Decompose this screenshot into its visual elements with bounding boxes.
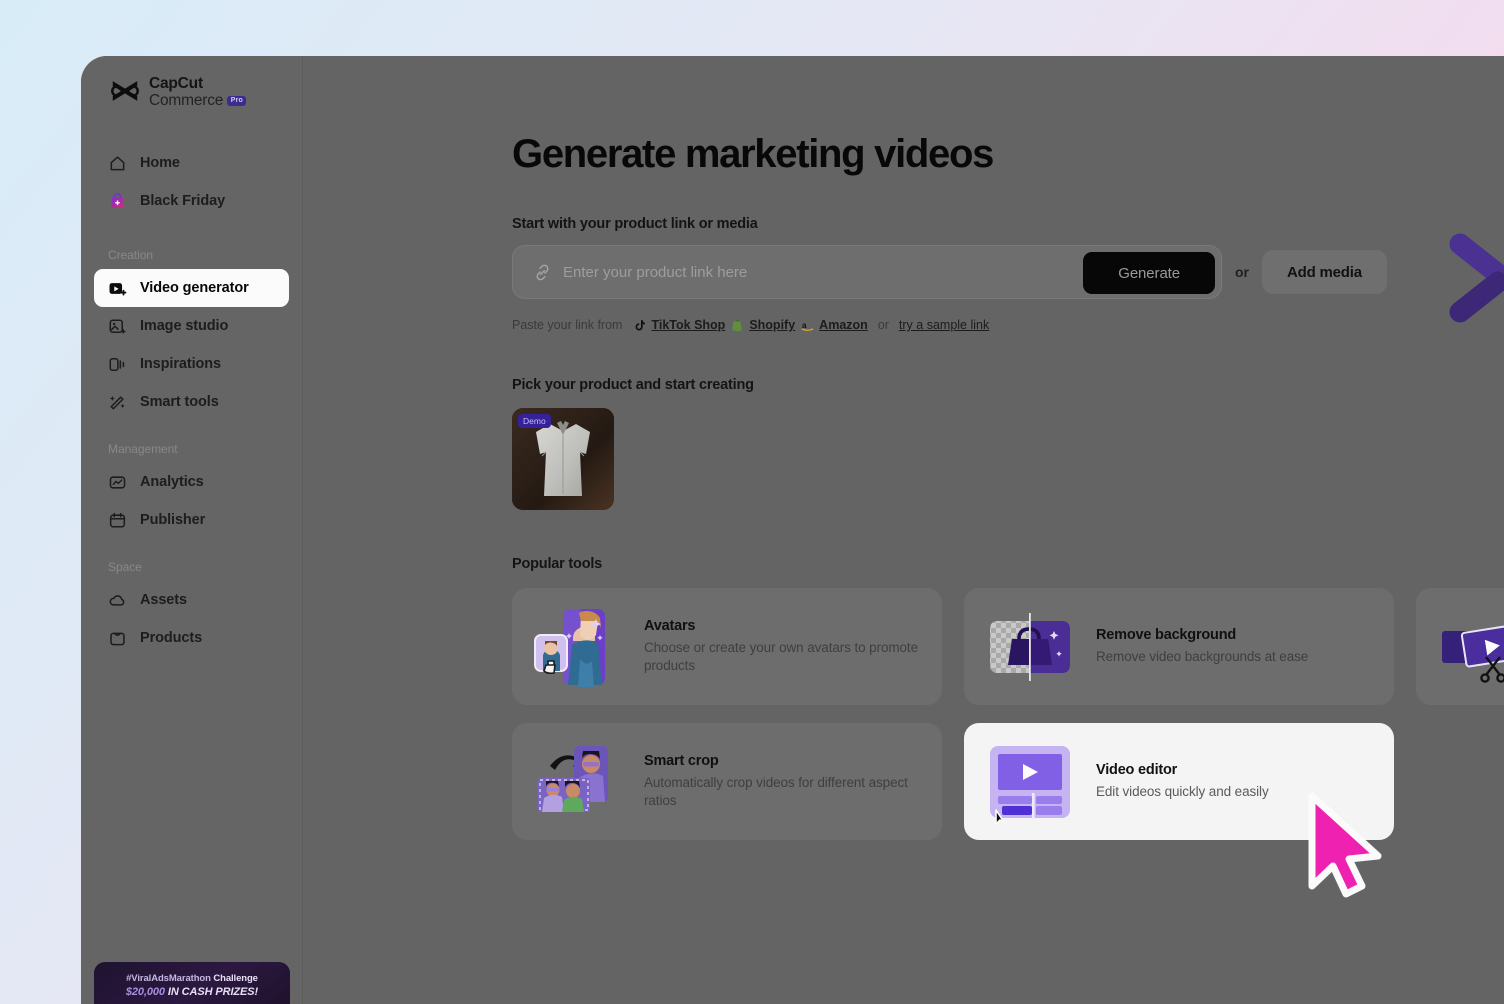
- tools-row-2: Smart crop Automatically crop videos for…: [512, 723, 1504, 840]
- tool-desc: Edit videos quickly and easily: [1096, 783, 1269, 801]
- sidebar-item-products[interactable]: Products: [94, 619, 289, 657]
- amazon-icon: a: [801, 319, 814, 332]
- remove-background-thumb: [986, 603, 1074, 691]
- sidebar-item-black-friday[interactable]: Black Friday: [94, 182, 289, 220]
- demo-badge: Demo: [518, 414, 551, 428]
- sidebar-item-label: Smart tools: [140, 394, 219, 410]
- products-bag-icon: [108, 629, 127, 648]
- sidebar-item-label: Assets: [140, 592, 187, 608]
- tool-card-remove-background[interactable]: Remove background Remove video backgroun…: [964, 588, 1394, 705]
- paste-or-label: or: [878, 318, 889, 332]
- product-section-label: Pick your product and start creating: [512, 377, 1504, 393]
- promo-amount: $20,000: [126, 986, 165, 998]
- capcut-logo-icon: [109, 78, 141, 104]
- assets-cloud-icon: [108, 591, 127, 610]
- paste-prefix-label: Paste your link from: [512, 318, 622, 332]
- svg-text:a: a: [802, 319, 807, 329]
- video-generator-icon: [108, 279, 127, 298]
- tool-desc: Automatically crop videos for different …: [644, 774, 920, 810]
- promo-hashtag: #ViralAdsMarathon: [126, 973, 211, 984]
- sidebar-item-inspirations[interactable]: Inspirations: [94, 345, 289, 383]
- promo-challenge: Challenge: [211, 973, 258, 984]
- start-section-label: Start with your product link or media: [512, 216, 1504, 232]
- add-media-button[interactable]: Add media: [1262, 250, 1387, 294]
- brand-name-line2: Commerce: [149, 92, 223, 109]
- smart-tools-icon: [108, 393, 127, 412]
- tool-desc: Choose or create your own avatars to pro…: [644, 639, 920, 675]
- sidebar-item-label: Inspirations: [140, 356, 221, 372]
- page-title: Generate marketing videos: [512, 132, 1504, 176]
- main-content: Generate marketing videos Start with you…: [303, 56, 1504, 1004]
- sidebar-item-label: Video generator: [140, 280, 249, 296]
- inspirations-icon: [108, 355, 127, 374]
- tool-card-video-trimmer[interactable]: [1416, 588, 1504, 705]
- smart-crop-thumb: [534, 738, 622, 826]
- publisher-icon: [108, 511, 127, 530]
- or-label: or: [1235, 264, 1249, 280]
- tiktok-icon: [633, 319, 646, 332]
- tool-card-avatars[interactable]: Avatars Choose or create your own avatar…: [512, 588, 942, 705]
- sidebar-item-home[interactable]: Home: [94, 144, 289, 182]
- sidebar: CapCut Commerce Pro Home Black Friday Crea…: [81, 56, 303, 1004]
- source-link-tiktok-shop[interactable]: TikTok Shop: [633, 318, 725, 332]
- source-link-shopify[interactable]: Shopify: [731, 318, 795, 332]
- video-trimmer-thumb: [1438, 603, 1504, 691]
- image-studio-icon: [108, 317, 127, 336]
- tools-section: Popular tools: [512, 556, 1504, 840]
- paste-sources-row: Paste your link from TikTok Shop Shopify: [512, 318, 1504, 332]
- pro-badge: Pro: [227, 96, 246, 107]
- tool-card-smart-crop[interactable]: Smart crop Automatically crop videos for…: [512, 723, 942, 840]
- shopify-icon: [731, 319, 744, 332]
- sidebar-item-label: Publisher: [140, 512, 205, 528]
- brand-logo-block[interactable]: CapCut Commerce Pro: [109, 75, 246, 110]
- sidebar-item-analytics[interactable]: Analytics: [94, 463, 289, 501]
- source-label-shopify: Shopify: [749, 318, 795, 332]
- start-section: Start with your product link or media Ge…: [512, 216, 1504, 332]
- generate-button[interactable]: Generate: [1083, 252, 1215, 294]
- try-sample-link[interactable]: try a sample link: [899, 318, 989, 332]
- sidebar-item-label: Products: [140, 630, 202, 646]
- nav-spacer: [81, 220, 302, 227]
- link-icon: [533, 263, 552, 282]
- sidebar-item-publisher[interactable]: Publisher: [94, 501, 289, 539]
- sidebar-item-smart-tools[interactable]: Smart tools: [94, 383, 289, 421]
- shopping-bag-icon: [108, 192, 127, 211]
- tool-title: Remove background: [1096, 627, 1308, 643]
- sidebar-nav: Home Black Friday Creation Video generator I…: [81, 144, 302, 657]
- sidebar-item-assets[interactable]: Assets: [94, 581, 289, 619]
- tools-section-label: Popular tools: [512, 556, 1504, 572]
- sidebar-item-label: Analytics: [140, 474, 204, 490]
- tool-title: Avatars: [644, 618, 920, 634]
- sidebar-group-management: Management: [81, 442, 302, 456]
- source-link-amazon[interactable]: a Amazon: [801, 318, 868, 332]
- sidebar-item-image-studio[interactable]: Image studio: [94, 307, 289, 345]
- sidebar-item-label: Home: [140, 155, 180, 171]
- sidebar-group-creation: Creation: [81, 248, 302, 262]
- app-window: CapCut Commerce Pro Home Black Friday Crea…: [81, 56, 1504, 1004]
- tool-desc: Remove video backgrounds at ease: [1096, 648, 1308, 666]
- product-link-field[interactable]: Generate: [512, 245, 1222, 299]
- product-section: Pick your product and start creating Dem…: [512, 377, 1504, 510]
- source-label-amazon: Amazon: [819, 318, 868, 332]
- home-icon: [108, 154, 127, 173]
- sidebar-item-label: Image studio: [140, 318, 228, 334]
- avatars-thumb: [534, 603, 622, 691]
- sidebar-item-label: Black Friday: [140, 193, 225, 209]
- tools-row-1: Avatars Choose or create your own avatar…: [512, 588, 1504, 705]
- source-label-tiktok-shop: TikTok Shop: [651, 318, 725, 332]
- promo-banner[interactable]: #ViralAdsMarathon Challenge $20,000 IN C…: [94, 962, 290, 1004]
- product-card-demo[interactable]: Demo: [512, 408, 614, 510]
- sidebar-item-video-generator[interactable]: Video generator: [94, 269, 289, 307]
- brand-name-line1: CapCut: [149, 75, 246, 92]
- sidebar-group-space: Space: [81, 560, 302, 574]
- tool-card-video-editor[interactable]: Video editor Edit videos quickly and eas…: [964, 723, 1394, 840]
- tool-title: Smart crop: [644, 753, 920, 769]
- analytics-icon: [108, 473, 127, 492]
- promo-prize-text: IN CASH PRIZES!: [165, 986, 258, 998]
- tool-title: Video editor: [1096, 762, 1269, 778]
- video-editor-thumb: [986, 738, 1074, 826]
